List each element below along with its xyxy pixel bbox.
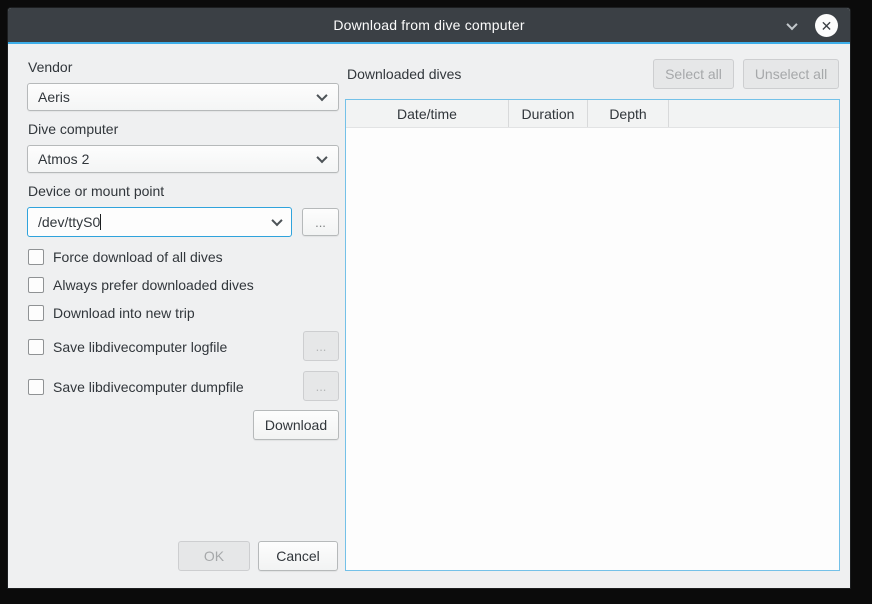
window-title: Download from dive computer [333, 17, 524, 33]
device-browse-button[interactable]: ... [302, 208, 339, 236]
download-button-label: Download [265, 417, 327, 433]
checkbox-save-dumpfile[interactable]: Save libdivecomputer dumpfile [28, 378, 244, 396]
column-header-duration[interactable]: Duration [509, 100, 588, 127]
select-all-button[interactable]: Select all [653, 59, 734, 89]
device-input-value: /dev/ttyS0 [38, 214, 100, 230]
checkbox-icon[interactable] [28, 379, 44, 395]
dumpfile-browse-button[interactable]: ... [303, 371, 339, 401]
ok-button-label: OK [204, 548, 224, 564]
dive-computer-value: Atmos 2 [38, 151, 318, 167]
vendor-label: Vendor [28, 59, 72, 75]
dives-table-body[interactable] [346, 128, 839, 570]
device-combobox[interactable]: /dev/ttyS0 [27, 207, 292, 237]
titlebar[interactable]: Download from dive computer ✕ [8, 8, 850, 44]
checkbox-label[interactable]: Always prefer downloaded dives [53, 277, 254, 293]
downloaded-dives-title: Downloaded dives [347, 66, 461, 82]
select-all-label: Select all [665, 66, 722, 82]
dives-table: Date/time Duration Depth [345, 99, 840, 571]
ellipsis-label: ... [316, 339, 327, 354]
chevron-down-icon [316, 152, 327, 163]
vendor-select[interactable]: Aeris [27, 83, 339, 111]
chevron-down-icon [786, 19, 797, 30]
checkbox-save-logfile[interactable]: Save libdivecomputer logfile [28, 338, 227, 356]
ok-button[interactable]: OK [178, 541, 250, 571]
checkbox-icon[interactable] [28, 277, 44, 293]
download-dialog: Download from dive computer ✕ Vendor Aer… [8, 8, 850, 588]
close-button[interactable]: ✕ [815, 14, 838, 37]
checkbox-icon[interactable] [28, 339, 44, 355]
checkbox-label[interactable]: Save libdivecomputer logfile [53, 339, 227, 355]
cancel-button-label: Cancel [276, 548, 320, 564]
shade-button[interactable] [782, 17, 802, 35]
dives-table-header: Date/time Duration Depth [346, 100, 839, 128]
checkbox-icon[interactable] [28, 305, 44, 321]
device-label: Device or mount point [28, 183, 164, 199]
column-header-datetime[interactable]: Date/time [346, 100, 509, 127]
ellipsis-label: ... [315, 215, 326, 230]
ellipsis-label: ... [316, 379, 327, 394]
checkbox-prefer-downloaded[interactable]: Always prefer downloaded dives [28, 276, 254, 294]
column-header-empty[interactable] [669, 100, 839, 127]
download-button[interactable]: Download [253, 410, 339, 440]
text-cursor [100, 214, 101, 230]
screen: { "window": { "title": "Download from di… [0, 0, 872, 604]
vendor-value: Aeris [38, 89, 318, 105]
unselect-all-button[interactable]: Unselect all [743, 59, 839, 89]
cancel-button[interactable]: Cancel [258, 541, 338, 571]
close-icon: ✕ [821, 19, 833, 33]
checkbox-label[interactable]: Force download of all dives [53, 249, 223, 265]
column-header-depth[interactable]: Depth [588, 100, 669, 127]
dive-computer-select[interactable]: Atmos 2 [27, 145, 339, 173]
unselect-all-label: Unselect all [755, 66, 827, 82]
checkbox-label[interactable]: Save libdivecomputer dumpfile [53, 379, 244, 395]
checkbox-force-download[interactable]: Force download of all dives [28, 248, 223, 266]
checkbox-icon[interactable] [28, 249, 44, 265]
chevron-down-icon [271, 215, 282, 226]
checkbox-new-trip[interactable]: Download into new trip [28, 304, 195, 322]
dive-computer-label: Dive computer [28, 121, 118, 137]
checkbox-label[interactable]: Download into new trip [53, 305, 195, 321]
logfile-browse-button[interactable]: ... [303, 331, 339, 361]
chevron-down-icon [316, 90, 327, 101]
